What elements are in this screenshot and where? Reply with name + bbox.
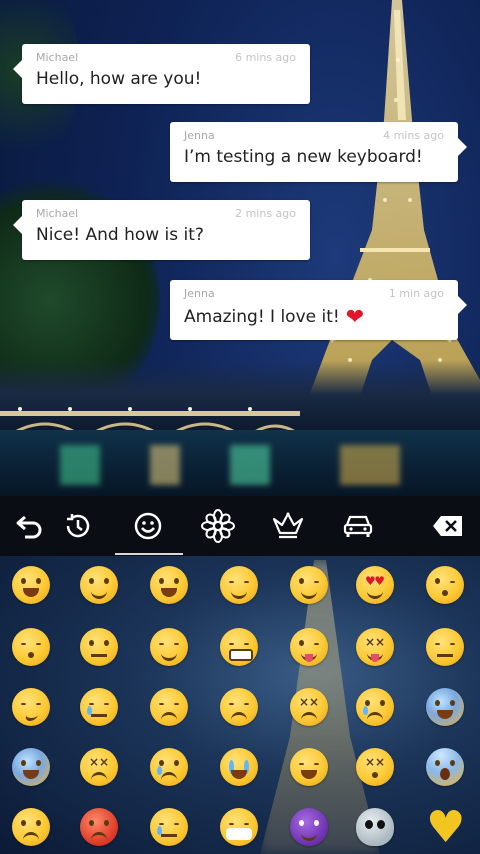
- car-icon[interactable]: [328, 496, 388, 556]
- emoji-stuck-out-tongue-wink[interactable]: [290, 628, 328, 666]
- sender-name: Jenna: [184, 287, 215, 300]
- emoji-crying-tear[interactable]: [150, 748, 188, 786]
- emoji-angry[interactable]: [12, 808, 50, 846]
- message-time: 1 min ago: [388, 287, 444, 300]
- emoji-relaxed[interactable]: [220, 566, 258, 604]
- emoji-heart-eyes[interactable]: [356, 566, 394, 604]
- emoji-dizzy[interactable]: [356, 748, 394, 786]
- message-bubble: Jenna 1 min ago Amazing! I love it! ❤: [170, 280, 467, 340]
- emoji-grimacing[interactable]: [220, 628, 258, 666]
- smiley-icon[interactable]: [118, 496, 178, 556]
- emoji-fearful[interactable]: [12, 748, 50, 786]
- emoji-imp[interactable]: [290, 808, 328, 846]
- message-text: Nice! And how is it?: [36, 225, 204, 245]
- emoji-stuck-out-tongue-closed[interactable]: [356, 628, 394, 666]
- emoji-grid: [0, 556, 480, 854]
- emoji-disappointed[interactable]: [220, 688, 258, 726]
- emoji-kissing-heart[interactable]: [426, 566, 464, 604]
- backspace-icon[interactable]: [418, 496, 478, 556]
- emoji-smirking[interactable]: [12, 688, 50, 726]
- emoji-confounded[interactable]: [290, 688, 328, 726]
- emoji-sleepy[interactable]: [150, 808, 188, 846]
- message-text: I’m testing a new keyboard!: [184, 147, 423, 167]
- emoji-winking[interactable]: [290, 566, 328, 604]
- message-bubble: Michael 6 mins ago Hello, how are you!: [13, 44, 310, 104]
- emoji-yellow-heart[interactable]: [426, 802, 465, 853]
- emoji-pouting[interactable]: [80, 808, 118, 846]
- sender-name: Michael: [36, 207, 79, 220]
- selected-tab-indicator: [115, 553, 183, 555]
- emoji-smiley-open[interactable]: [150, 566, 188, 604]
- recent-clock-icon[interactable]: [48, 496, 108, 556]
- emoji-joy[interactable]: [290, 748, 328, 786]
- emoji-alien[interactable]: [356, 808, 394, 846]
- emoji-crying[interactable]: [356, 688, 394, 726]
- message-bubble: Jenna 4 mins ago I’m testing a new keybo…: [170, 122, 467, 182]
- emoji-grinning[interactable]: [12, 566, 50, 604]
- emoji-kissing-closed-eyes[interactable]: [12, 628, 50, 666]
- heart-icon: ❤: [345, 305, 365, 330]
- emoji-flushed[interactable]: [80, 628, 118, 666]
- light-reflection: [230, 445, 270, 485]
- emoji-sweat[interactable]: [80, 688, 118, 726]
- emoji-relieved[interactable]: [150, 628, 188, 666]
- crown-icon[interactable]: [258, 496, 318, 556]
- message-text-content: Amazing! I love it!: [184, 307, 340, 327]
- sender-name: Michael: [36, 51, 79, 64]
- message-text: Hello, how are you!: [36, 69, 202, 89]
- sender-name: Jenna: [184, 129, 215, 142]
- message-text: Amazing! I love it! ❤: [184, 305, 364, 330]
- message-time: 6 mins ago: [235, 51, 296, 64]
- light-reflection: [150, 445, 180, 485]
- flower-icon[interactable]: [188, 496, 248, 556]
- emoji-mask[interactable]: [220, 808, 258, 846]
- message-bubble: Michael 2 mins ago Nice! And how is it?: [13, 200, 310, 260]
- emoji-sobbing[interactable]: [220, 748, 258, 786]
- emoji-unamused[interactable]: [426, 628, 464, 666]
- message-time: 2 mins ago: [235, 207, 296, 220]
- emoji-tired[interactable]: [80, 748, 118, 786]
- emoji-pensive[interactable]: [150, 688, 188, 726]
- emoji-cold-sweat[interactable]: [426, 688, 464, 726]
- message-time: 4 mins ago: [383, 129, 444, 142]
- emoji-category-bar: [0, 496, 480, 556]
- emoji-screaming[interactable]: [426, 748, 464, 786]
- light-reflection: [60, 445, 100, 485]
- light-reflection: [340, 445, 400, 485]
- emoji-smiling-blush[interactable]: [80, 566, 118, 604]
